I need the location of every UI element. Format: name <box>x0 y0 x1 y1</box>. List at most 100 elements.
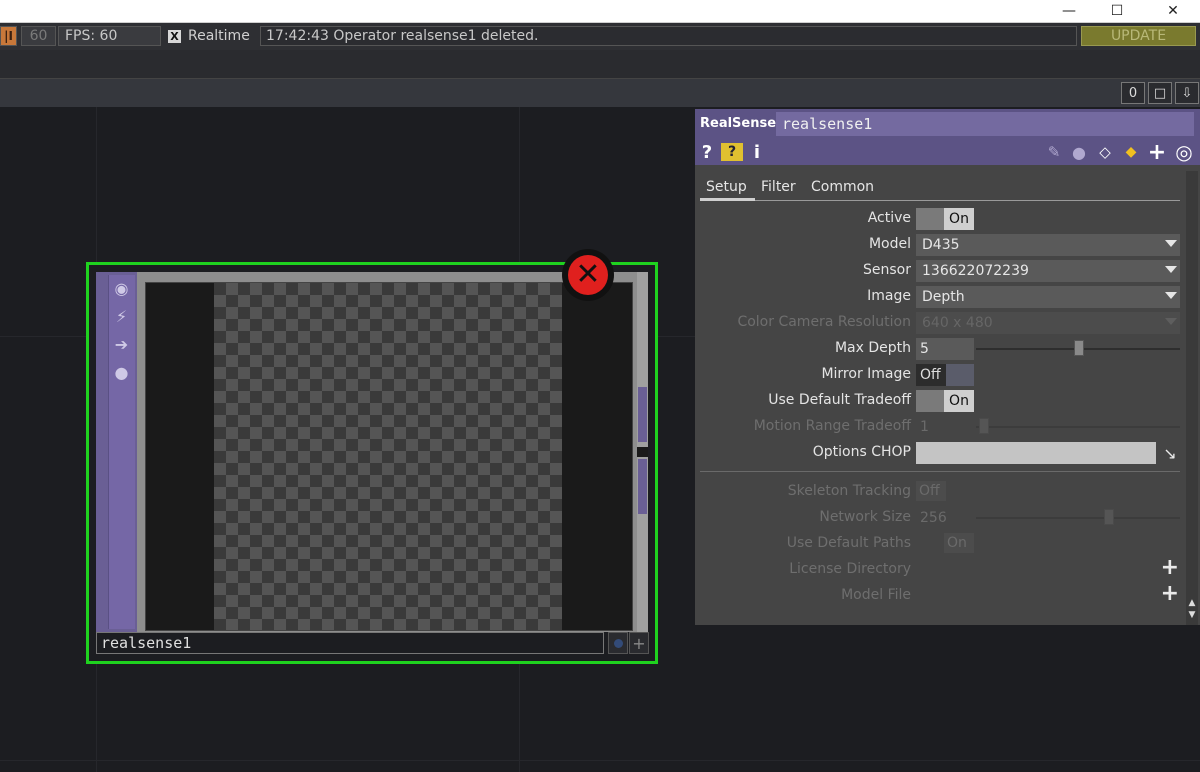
drop-arrow-icon[interactable]: ↘ <box>1158 442 1182 464</box>
param-label-color-res: Color Camera Resolution <box>737 314 911 330</box>
network-size-slider <box>976 517 1180 519</box>
chevron-down-icon <box>1165 318 1177 325</box>
scroll-thumb-lower[interactable] <box>638 459 647 514</box>
param-tabs: Setup Filter Common <box>700 171 1180 201</box>
param-label-network-size: Network Size <box>819 509 911 525</box>
path-bar <box>0 50 1200 78</box>
mirror-toggle[interactable]: Off <box>916 364 974 386</box>
comment-icon[interactable]: ● <box>1069 139 1089 165</box>
node-status-dot <box>608 632 628 654</box>
tab-setup[interactable]: Setup <box>706 179 747 195</box>
grid-line <box>0 760 1200 761</box>
operator-name-field[interactable]: realsense1 <box>776 112 1194 136</box>
max-depth-slider-handle[interactable] <box>1074 340 1084 356</box>
node-side-strip: ◉ ⚡ ➔ ● <box>96 272 137 632</box>
chevron-down-icon <box>1165 240 1177 247</box>
minimize-icon: — <box>1062 3 1076 19</box>
viewer-icon[interactable]: ◉ <box>108 275 135 301</box>
pane-bar <box>0 79 1200 107</box>
max-depth-field[interactable]: 5 <box>916 338 974 360</box>
param-label-default-paths: Use Default Paths <box>786 535 911 551</box>
update-button[interactable]: UPDATE <box>1081 26 1196 46</box>
param-label-mirror: Mirror Image <box>821 366 911 382</box>
info-icon[interactable]: i <box>751 139 763 165</box>
color-res-menu: 640 x 480 <box>916 312 1180 334</box>
fps-field[interactable]: FPS: 60 <box>58 26 161 46</box>
chevron-down-icon <box>1165 266 1177 273</box>
motion-tradeoff-slider <box>976 426 1180 428</box>
realtime-checkbox[interactable]: X <box>168 30 181 43</box>
parameter-panel: RealSense realsense1 ? ? i ✎ ● ◇ ◆ + ◎ S… <box>695 109 1200 625</box>
options-chop-field[interactable] <box>916 442 1156 464</box>
maximize-pane-icon: □ <box>1153 85 1167 101</box>
maximize-button[interactable]: ☐ <box>1094 0 1140 22</box>
close-icon: ✕ <box>1167 3 1179 19</box>
active-tab-indicator <box>700 198 755 201</box>
chevron-down-icon <box>1165 292 1177 299</box>
node-viewer[interactable] <box>145 282 633 631</box>
default-tradeoff-toggle[interactable]: On <box>916 390 974 412</box>
tab-filter[interactable]: Filter <box>761 179 796 195</box>
panel-scrollbar[interactable] <box>1186 171 1198 625</box>
error-icon: ✕ <box>568 255 608 295</box>
panel-icon-bar: ? ? i ✎ ● ◇ ◆ + ◎ <box>695 139 1200 165</box>
error-badge[interactable]: ✕ <box>562 249 614 301</box>
viewer-checkerboard <box>214 283 562 630</box>
realsense-node[interactable]: ◉ ⚡ ➔ ● realsense1 + <box>86 262 658 664</box>
motion-tradeoff-field: 1 <box>920 419 929 435</box>
network-size-field: 256 <box>920 510 947 526</box>
network-size-slider-handle <box>1104 509 1114 525</box>
param-label-model-file: Model File <box>841 587 911 603</box>
minimize-button[interactable]: — <box>1046 0 1092 22</box>
pane-count[interactable]: 0 <box>1121 82 1145 104</box>
param-label-skeleton: Skeleton Tracking <box>787 483 911 499</box>
section-divider <box>700 471 1180 472</box>
model-file-add-icon[interactable]: + <box>1161 581 1179 606</box>
status-message: 17:42:43 Operator realsense1 deleted. <box>260 26 1077 46</box>
target-icon[interactable]: ◎ <box>1173 139 1195 165</box>
param-label-active: Active <box>867 210 911 226</box>
help-icon[interactable]: ? <box>699 139 715 165</box>
motion-tradeoff-slider-handle <box>979 418 989 434</box>
top-toolbar: |I 60 FPS: 60 X Realtime 17:42:43 Operat… <box>0 23 1200 50</box>
pane-download-button[interactable]: ⇩ <box>1175 82 1199 104</box>
add-icon[interactable]: + <box>1147 139 1167 165</box>
realtime-label: Realtime <box>188 28 250 44</box>
param-label-sensor: Sensor <box>863 262 911 278</box>
arrow-icon[interactable]: ➔ <box>108 331 135 357</box>
active-toggle[interactable]: On <box>916 208 974 230</box>
python-help-icon[interactable]: ? <box>721 143 743 161</box>
image-menu[interactable]: Depth <box>916 286 1180 308</box>
node-add-button[interactable]: + <box>629 632 649 654</box>
pencil-icon[interactable]: ✎ <box>1045 139 1063 165</box>
download-icon: ⇩ <box>1181 85 1193 101</box>
play-button[interactable]: |I <box>0 26 17 46</box>
node-name-field[interactable]: realsense1 <box>96 632 604 654</box>
operator-type: RealSense <box>700 116 777 131</box>
title-bar: — ☐ ✕ <box>0 0 1200 22</box>
license-dir-add-icon[interactable]: + <box>1161 555 1179 580</box>
param-label-max-depth: Max Depth <box>834 340 911 356</box>
lock-icon[interactable]: ● <box>108 359 135 385</box>
panel-scroll-arrows[interactable]: ▲ ▼ <box>1186 597 1198 625</box>
node-scrollbar[interactable] <box>637 272 648 632</box>
param-label-license-dir: License Directory <box>789 561 911 577</box>
clone-icon[interactable]: ◇ <box>1095 139 1115 165</box>
plus-icon: + <box>632 633 646 653</box>
param-label-model: Model <box>868 236 911 252</box>
pane-maximize-button[interactable]: □ <box>1148 82 1172 104</box>
sensor-menu[interactable]: 136622072239 <box>916 260 1180 282</box>
python-icon[interactable]: ◆ <box>1121 139 1141 165</box>
touchdesigner-window: — ☐ ✕ |I 60 FPS: 60 X Realtime 17:42:43 … <box>0 0 1200 772</box>
bypass-icon[interactable]: ⚡ <box>108 303 135 329</box>
param-label-options-chop: Options CHOP <box>812 444 911 460</box>
close-window-button[interactable]: ✕ <box>1150 0 1196 22</box>
tab-common[interactable]: Common <box>811 179 874 195</box>
default-paths-toggle: On <box>944 533 974 553</box>
frame-field[interactable]: 60 <box>21 26 56 46</box>
model-menu[interactable]: D435 <box>916 234 1180 256</box>
param-label-motion-tradeoff: Motion Range Tradeoff <box>753 418 911 434</box>
scroll-gap <box>637 447 648 457</box>
panel-header: RealSense realsense1 <box>695 109 1200 139</box>
scroll-thumb-upper[interactable] <box>638 387 647 442</box>
